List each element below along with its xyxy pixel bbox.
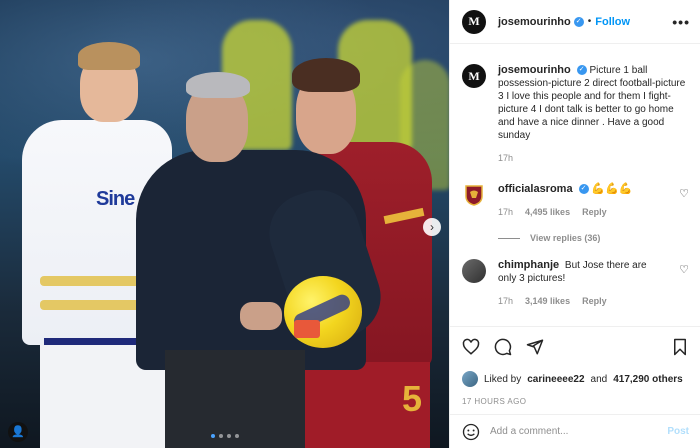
comment-input[interactable] xyxy=(490,426,658,437)
photo-hand xyxy=(240,302,282,330)
post-header: M josemourinho ✓ • Follow ••• xyxy=(450,0,700,44)
comment-item: chimphanje But Jose there are only 3 pic… xyxy=(462,259,689,308)
reply-button[interactable]: Reply xyxy=(582,295,607,308)
next-photo-button[interactable]: › xyxy=(423,218,441,236)
caption-row: M josemourinho ✓ Picture 1 ball possessio… xyxy=(462,64,689,165)
author-username[interactable]: josemourinho xyxy=(498,16,571,28)
post-photo[interactable]: Sine 5 › 👤 xyxy=(0,0,449,448)
chevron-right-icon: › xyxy=(430,220,434,234)
verified-icon: ✓ xyxy=(578,184,589,195)
comment-time: 17h xyxy=(498,296,514,306)
comment-composer: Post xyxy=(450,414,700,448)
user-icon: 👤 xyxy=(11,426,25,438)
asroma-avatar[interactable] xyxy=(462,183,486,207)
post-actions: Liked by carineeee22 and 417,290 others … xyxy=(450,326,700,406)
carousel-dot xyxy=(211,434,215,438)
follow-button[interactable]: Follow xyxy=(595,16,630,28)
view-replies-button[interactable]: View replies (36) xyxy=(498,233,689,243)
emoji-icon[interactable] xyxy=(462,423,480,441)
comment-username[interactable]: officialasroma xyxy=(498,183,573,195)
liked-by-and: and xyxy=(590,373,608,385)
author-avatar[interactable]: M xyxy=(462,9,486,34)
post-comment-button[interactable]: Post xyxy=(667,426,689,437)
carousel-dot xyxy=(219,434,223,438)
comment-time: 17h xyxy=(498,207,514,217)
photo-football xyxy=(284,276,362,348)
asroma-crest-icon xyxy=(465,185,483,206)
comment-like-icon[interactable]: ♡ xyxy=(679,187,689,219)
view-replies-line xyxy=(498,237,520,239)
comment-username[interactable]: chimphanje xyxy=(498,259,559,271)
comment-text: 💪💪💪 xyxy=(591,183,633,195)
caption-text: Picture 1 ball possession-picture 2 dire… xyxy=(498,65,686,141)
liked-by-count[interactable]: 417,290 others xyxy=(613,374,683,385)
comments-list[interactable]: M josemourinho ✓ Picture 1 ball possessio… xyxy=(450,52,700,324)
comment-like-icon[interactable]: ♡ xyxy=(679,263,689,308)
carousel-dot xyxy=(227,434,231,438)
comment-icon[interactable] xyxy=(494,338,512,356)
separator-dot: • xyxy=(587,16,592,27)
liked-by-avatar[interactable] xyxy=(462,371,478,387)
post-panel: M josemourinho ✓ • Follow ••• M josemour… xyxy=(449,0,700,448)
liked-by-prefix: Liked by xyxy=(484,373,522,385)
bookmark-icon[interactable] xyxy=(671,338,689,356)
chimphanje-avatar[interactable] xyxy=(462,259,486,283)
author-avatar-letter: M xyxy=(468,68,480,83)
caption-username[interactable]: josemourinho xyxy=(498,64,571,76)
more-options-icon[interactable]: ••• xyxy=(672,14,690,30)
liked-by: Liked by carineeee22 and 417,290 others xyxy=(462,371,689,387)
verified-icon: ✓ xyxy=(576,65,587,76)
heart-icon[interactable] xyxy=(462,338,480,356)
author-avatar[interactable]: M xyxy=(462,64,486,88)
post-timestamp[interactable]: 17 HOURS AGO xyxy=(462,397,689,406)
view-replies-label: View replies (36) xyxy=(530,233,601,243)
photo-shirt-number: 5 xyxy=(402,378,423,419)
carousel-indicator xyxy=(211,434,239,438)
comment-likes[interactable]: 3,149 likes xyxy=(525,295,570,308)
verified-icon: ✓ xyxy=(573,16,584,27)
liked-by-user[interactable]: carineeee22 xyxy=(527,374,584,385)
photo-sponsor-text: Sine xyxy=(96,188,135,210)
author-avatar-letter: M xyxy=(468,14,480,28)
tag-user-button[interactable]: 👤 xyxy=(8,422,28,442)
comment-likes[interactable]: 4,495 likes xyxy=(525,206,570,219)
comment-item: officialasroma ✓ 💪💪💪 17h 4,495 likes Repl… xyxy=(462,183,689,219)
carousel-dot xyxy=(235,434,239,438)
reply-button[interactable]: Reply xyxy=(582,206,607,219)
share-icon[interactable] xyxy=(526,338,544,356)
caption-time: 17h xyxy=(498,153,514,163)
